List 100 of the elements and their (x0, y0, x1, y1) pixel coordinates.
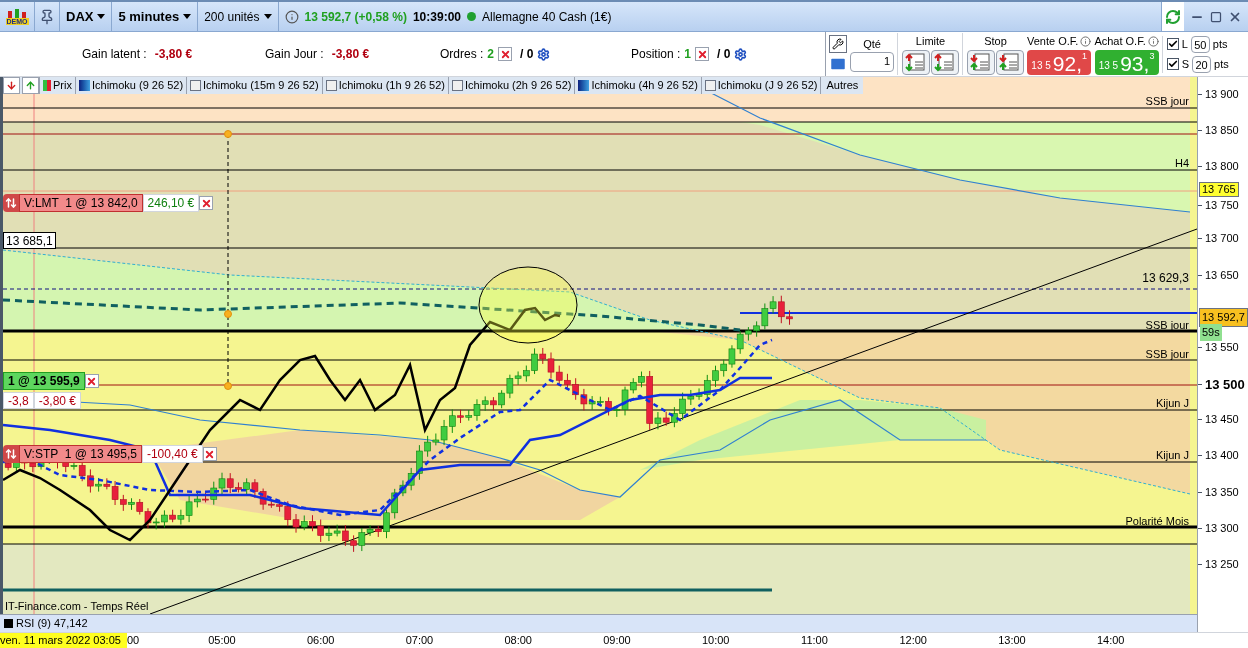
time-tick-label: 06:00 (305, 633, 336, 648)
indicator-tab[interactable]: Ichimoku (15m 9 26 52) (186, 77, 322, 94)
counter-count: 1 (684, 46, 692, 63)
order-type-button[interactable] (931, 49, 959, 75)
drag-handle[interactable] (3, 194, 19, 212)
time-tick-label: 10:00 (700, 633, 731, 648)
price-tick-label: 13 450 (1205, 412, 1239, 427)
summary-label: Gain Jour : (265, 46, 324, 63)
time-tick-label: 08:00 (503, 633, 533, 648)
price-tick-label: 13 400 (1205, 448, 1239, 463)
caret-icon (263, 14, 272, 19)
info-icon[interactable] (1147, 36, 1159, 47)
settings-icon[interactable] (734, 47, 748, 61)
more-button[interactable]: Autres (820, 77, 864, 94)
summary-value: -3,80 € (331, 46, 370, 63)
price-tick-label: 13 500 (1205, 376, 1245, 394)
indicator-tab[interactable]: Ichimoku (4h 9 26 52) (574, 77, 701, 94)
pin-icon[interactable] (39, 8, 55, 25)
level-label: Kijun J (1155, 396, 1189, 411)
close-icon[interactable] (695, 47, 710, 61)
close-icon[interactable] (498, 47, 513, 61)
indicator-tab[interactable]: Ichimoku (J 9 26 52) (700, 77, 821, 94)
summary-label: Gain latent : (82, 46, 147, 63)
indicator-checkbox[interactable] (578, 80, 590, 91)
qty-field[interactable]: 1 (850, 52, 894, 73)
order-pnl: 246,10 € (142, 194, 200, 212)
level-label: Polarité Mois (1125, 514, 1189, 529)
down-arrow-icon (6, 80, 17, 91)
bar-chart-icon (6, 8, 28, 18)
sell-arrow-button[interactable] (3, 77, 20, 94)
info-icon[interactable] (1080, 36, 1092, 47)
indicator-checkbox[interactable] (704, 80, 716, 91)
price-tick-label: 13 250 (1205, 557, 1239, 572)
close-icon[interactable] (199, 196, 214, 210)
indicator-checkbox[interactable] (190, 80, 202, 91)
distance-unit: pts (1212, 36, 1228, 52)
counter-count: 2 (487, 46, 495, 63)
order-type-button[interactable] (967, 49, 995, 75)
quote-change: 13 592,7 (+0,58 %) (304, 8, 407, 26)
trend-line[interactable] (149, 228, 1197, 614)
indicator-tab[interactable]: Prix (39, 77, 75, 94)
indicator-tab[interactable]: Ichimoku (9 26 52) (74, 77, 187, 94)
refresh-icon[interactable] (1165, 8, 1181, 25)
drag-handle[interactable] (3, 445, 19, 463)
stop-label: Stop (984, 34, 1007, 50)
timeframe-dropdown[interactable]: 5 minutes (112, 2, 199, 31)
position-points: -3,8 (3, 392, 34, 409)
order-document-icon (905, 52, 927, 73)
time-tick-label: 05:00 (207, 633, 237, 648)
order-type-button[interactable] (902, 49, 930, 75)
quote-label: Vente O.F. (1027, 34, 1079, 50)
distance-field[interactable]: 50 (1190, 35, 1210, 53)
buy-arrow-button[interactable] (22, 77, 39, 94)
time-tick-label: 11:00 (800, 633, 829, 648)
level-label: Kijun J (1155, 448, 1189, 463)
bar-timer-label: 59s (1200, 324, 1222, 341)
indicator-checkbox[interactable] (325, 80, 337, 91)
indicator-tab[interactable]: Ichimoku (1h 9 26 52) (321, 77, 448, 94)
order-document-icon (999, 52, 1021, 73)
price-tick-label: 13 650 (1205, 268, 1239, 283)
crosshair-price-label: 13 685,1 (3, 232, 56, 249)
order-tag[interactable]: V:STP 1 @ 13 495,5 (19, 445, 142, 463)
indicator-checkbox[interactable] (78, 80, 90, 91)
price-tick-label: 13 850 (1205, 123, 1239, 138)
time-tick-label: 07:00 (404, 633, 435, 648)
maximize-icon[interactable] (1210, 10, 1222, 23)
current-price-label: 13 592,7 (1199, 308, 1248, 327)
indicator-tab[interactable]: Ichimoku (2h 9 26 52) (448, 77, 575, 94)
wrench-button[interactable] (829, 35, 847, 53)
rsi-legend-icon (4, 619, 13, 628)
order-tag[interactable]: 1 @ 13 595,9 (3, 372, 85, 390)
order-type-button[interactable] (996, 49, 1024, 75)
indicator-checkbox[interactable] (452, 80, 463, 91)
distance-field[interactable]: 20 (1192, 55, 1212, 73)
highlight-ellipse[interactable] (478, 266, 578, 344)
price-tick-label: 13 800 (1205, 159, 1239, 174)
level-label: SSB jour (1145, 318, 1189, 333)
price-tick-label: 13 350 (1205, 485, 1239, 500)
up-arrow-icon (25, 80, 36, 91)
quote-time: 10:39:00 (412, 8, 461, 26)
units-dropdown[interactable]: 200 unités (198, 2, 279, 31)
level-label: SSB jour (1145, 94, 1189, 109)
position-pnl: -3,80 € (33, 392, 82, 409)
rsi-label: RSI (9) 47,142 (16, 616, 88, 632)
time-tick-label: 13:00 (997, 633, 1027, 648)
level-label: SSB jour (1145, 347, 1189, 362)
price-tick-label: 13 550 (1205, 340, 1239, 355)
caret-icon (97, 14, 106, 19)
distance-checkbox[interactable] (1166, 58, 1179, 70)
distance-checkbox[interactable] (1166, 38, 1179, 50)
summary-value: -3,80 € (154, 46, 193, 63)
instrument-dropdown[interactable]: DAX (60, 2, 113, 31)
info-icon[interactable] (284, 9, 299, 24)
order-tag[interactable]: V:LMT 1 @ 13 842,0 (19, 194, 143, 212)
order-document-icon (970, 52, 992, 73)
order-connector-line[interactable] (224, 130, 232, 390)
settings-icon[interactable] (537, 47, 551, 61)
price-tick-label: 13 700 (1205, 231, 1239, 246)
time-tick-label: 00 (127, 633, 141, 648)
price-tick-label: 13 900 (1205, 87, 1239, 102)
